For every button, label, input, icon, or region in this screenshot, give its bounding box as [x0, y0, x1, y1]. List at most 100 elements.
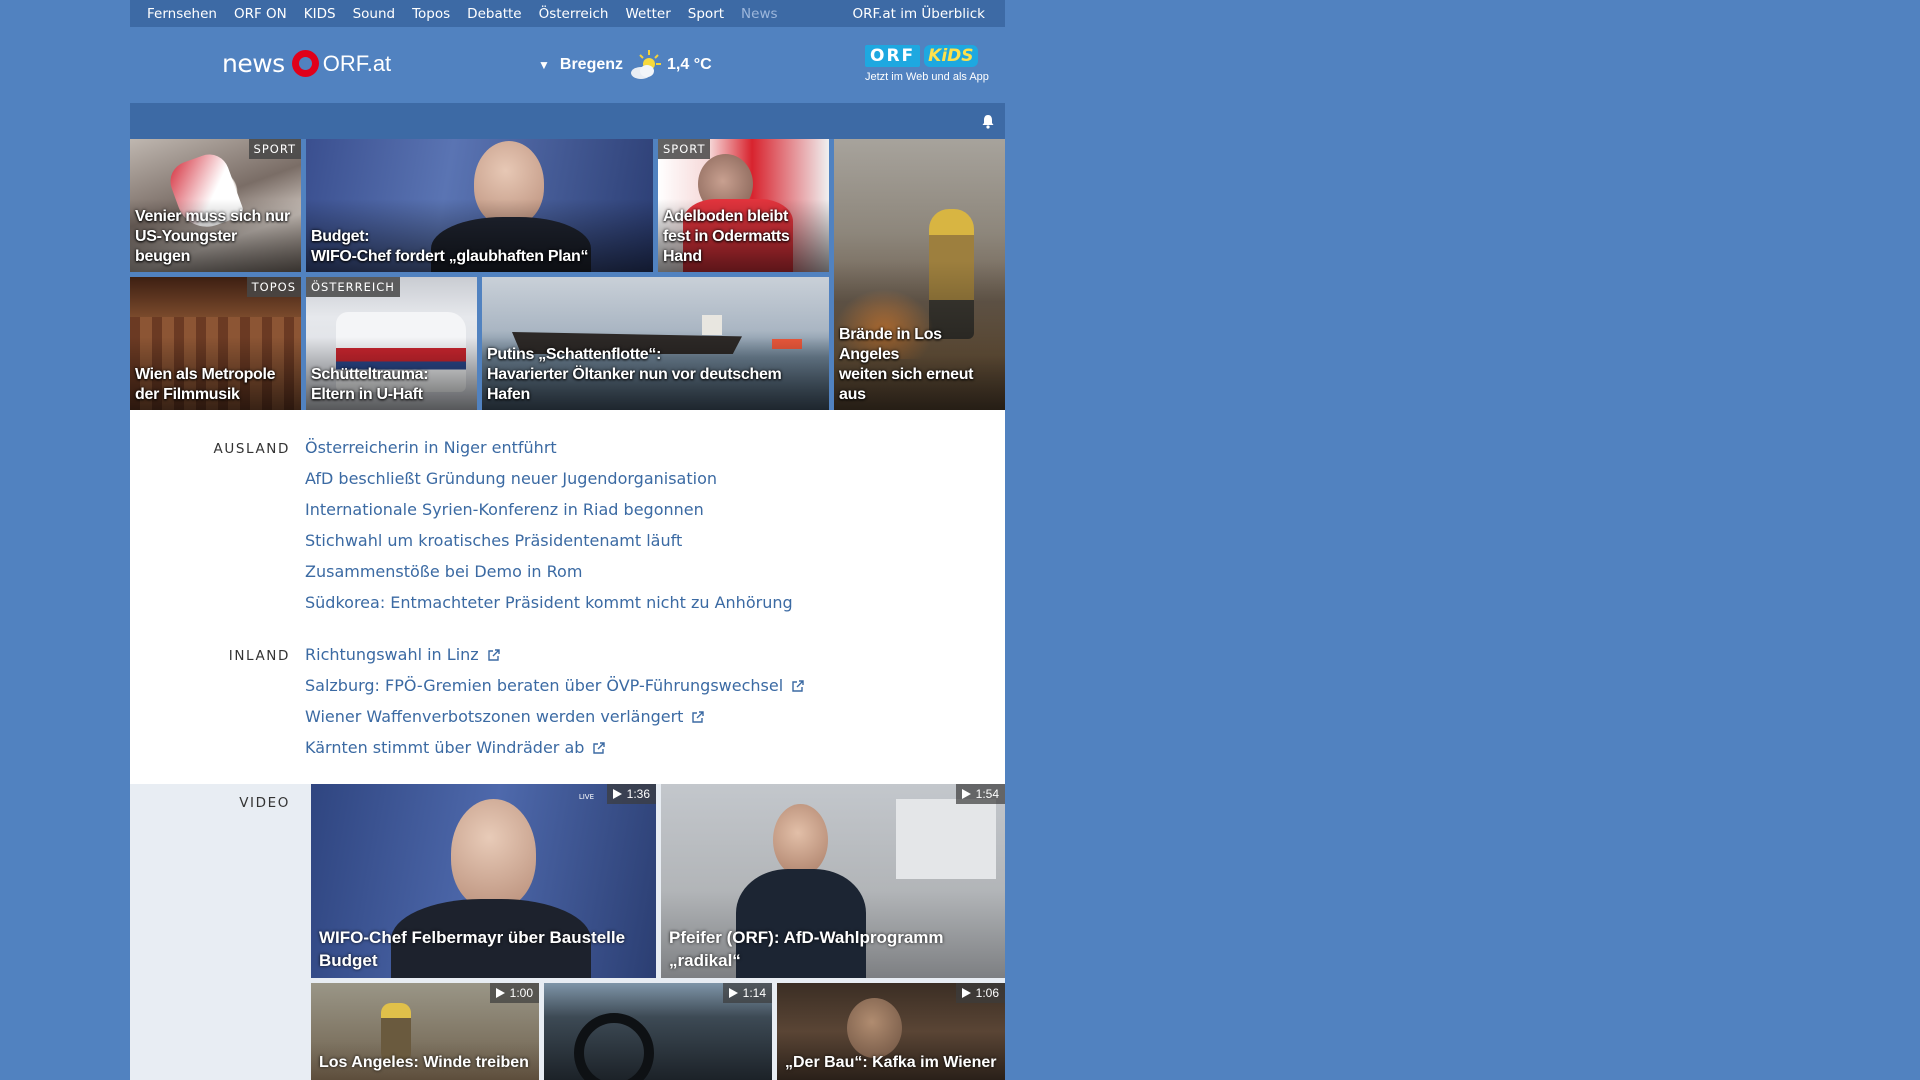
orf-kids-promo[interactable]: ORF KiDS Jetzt im Web und als App	[865, 45, 989, 83]
caption-line: Putins „Schattenflotte“:	[487, 346, 662, 363]
page: Fernsehen ORF ON KIDS Sound Topos Debatt…	[130, 0, 1005, 1080]
caption-line: Eltern in U-Haft	[311, 386, 423, 403]
nav-fernsehen[interactable]: Fernsehen	[147, 6, 217, 22]
video-kafka[interactable]: 1:06 „Der Bau“: Kafka im Wiener	[777, 983, 1005, 1080]
headline-ausland-1[interactable]: Österreicherin in Niger entführt	[305, 438, 557, 457]
nav-debatte[interactable]: Debatte	[467, 6, 521, 22]
caption-line: der Filmmusik	[135, 386, 240, 403]
video-caption: „Der Bau“: Kafka im Wiener	[785, 1054, 997, 1071]
teaser-tag: SPORT	[658, 139, 711, 159]
weather-widget[interactable]: ▼ Bregenz 1,4 °C	[538, 47, 712, 83]
teaser-caption: Brände in Los Angeles weiten sich erneut …	[839, 325, 1000, 405]
section-label-inland: INLAND	[228, 648, 290, 664]
nav-news[interactable]: News	[741, 6, 777, 22]
play-icon	[495, 988, 505, 998]
caption-line: Wien als Metropole	[135, 366, 276, 383]
teaser-wien-filmmusik[interactable]: TOPOS Wien als Metropole der Filmmusik	[130, 277, 301, 410]
caption-line: Budget:	[311, 228, 370, 245]
teaser-tag: TOPOS	[246, 277, 301, 297]
nav-overview[interactable]: ORF.at im Überblick	[852, 6, 985, 22]
notification-bell-icon[interactable]	[981, 114, 995, 129]
video-duration: 1:36	[606, 784, 656, 804]
weather-city: Bregenz	[559, 56, 624, 73]
headline-inland-2[interactable]: Salzburg: FPÖ-Gremien beraten über ÖVP-F…	[305, 676, 805, 695]
headline-ausland-4[interactable]: Stichwahl um kroatisches Präsidentenamt …	[305, 531, 682, 550]
video-caption: Pfeifer (ORF): AfD-Wahlprogramm „radikal…	[669, 928, 944, 970]
duration-text: 1:54	[975, 787, 999, 801]
video-duration: 1:00	[489, 983, 539, 1003]
duration-text: 1:00	[509, 986, 533, 1000]
caption-line: Schütteltrauma:	[311, 366, 429, 383]
teaser-la-fires[interactable]: Brände in Los Angeles weiten sich erneut …	[834, 139, 1005, 410]
section-label-ausland: AUSLAND	[213, 441, 290, 457]
teaser-adelboden[interactable]: SPORT Adelboden bleibt fest in Odermatts …	[658, 139, 829, 272]
video-caption: Los Angeles: Winde treiben	[319, 1054, 529, 1071]
caption-line: fest in Odermatts Hand	[663, 228, 790, 265]
teaser-grid: SPORT Venier muss sich nur US-Youngster b…	[130, 139, 1005, 410]
headline-inland-4[interactable]: Kärnten stimmt über Windräder ab	[305, 738, 606, 757]
nav-topos[interactable]: Topos	[412, 6, 450, 22]
video-los-angeles[interactable]: 1:00 Los Angeles: Winde treiben	[311, 983, 539, 1080]
headline-ausland-3[interactable]: Internationale Syrien-Konferenz in Riad …	[305, 500, 704, 519]
kids-badge: KiDS	[924, 45, 978, 67]
external-link-icon	[792, 679, 804, 692]
teaser-venier[interactable]: SPORT Venier muss sich nur US-Youngster b…	[130, 139, 301, 272]
caption-line: Adelboden bleibt	[663, 208, 788, 225]
headline-text: Kärnten stimmt über Windräder ab	[305, 738, 585, 757]
kids-orf-badge: ORF	[865, 45, 921, 67]
nav-sound[interactable]: Sound	[353, 6, 396, 22]
external-link-icon	[487, 648, 500, 661]
duration-text: 1:06	[975, 986, 999, 1000]
headline-text: Richtungswahl in Linz	[305, 645, 479, 664]
teaser-caption: Adelboden bleibt fest in Odermatts Hand	[663, 207, 824, 267]
external-link-icon	[692, 710, 705, 723]
caption-line: WIFO-Chef fordert „glaubhaften Plan“	[311, 248, 589, 265]
headline-text: Salzburg: FPÖ-Gremien beraten über ÖVP-F…	[305, 676, 784, 695]
video-car[interactable]: 1:14	[544, 983, 772, 1080]
teaser-tag: SPORT	[248, 139, 301, 159]
live-label: LIVE	[578, 793, 594, 801]
teaser-caption: Putins „Schattenflotte“: Havarierter Ölta…	[487, 345, 824, 405]
video-wifo[interactable]: LIVE 1:36 WIFO-Chef Felbermayr über Baus…	[311, 784, 656, 978]
nav-wetter[interactable]: Wetter	[625, 6, 670, 22]
play-icon	[961, 789, 971, 799]
nav-kids[interactable]: KIDS	[304, 6, 336, 22]
teaser-budget[interactable]: Budget: WIFO-Chef fordert „glaubhaften Pl…	[306, 139, 653, 272]
partly-cloudy-icon	[631, 50, 662, 79]
video-pfeifer[interactable]: 1:54 Pfeifer (ORF): AfD-Wahlprogramm „ra…	[661, 784, 1005, 978]
news-orf-logo[interactable]: news ORF.at	[222, 49, 391, 78]
nav-oesterreich[interactable]: Österreich	[539, 6, 609, 22]
sub-bar	[130, 103, 1005, 139]
video-duration: 1:54	[955, 784, 1005, 804]
caption-line: Brände in Los Angeles	[839, 326, 942, 363]
teaser-caption: Venier muss sich nur US-Youngster beugen	[135, 207, 296, 267]
nav-sport[interactable]: Sport	[688, 6, 724, 22]
logo-orf-text: ORF.at	[322, 50, 392, 76]
headline-inland-3[interactable]: Wiener Waffenverbotszonen werden verläng…	[305, 707, 705, 726]
headline-ausland-5[interactable]: Zusammenstöße bei Demo in Rom	[305, 562, 582, 581]
headline-ausland-6[interactable]: Südkorea: Entmachteter Präsident kommt n…	[305, 593, 793, 612]
video-duration: 1:06	[955, 983, 1005, 1003]
headline-lists: AUSLAND Österreicherin in Niger entführt…	[130, 410, 1005, 784]
section-label-video: VIDEO	[239, 795, 290, 811]
reporter-head	[773, 804, 828, 876]
play-icon	[728, 988, 738, 998]
headline-ausland-2[interactable]: AfD beschließt Gründung neuer Jugendorga…	[305, 469, 717, 488]
person-head	[451, 799, 536, 909]
caption-line: US-Youngster beugen	[135, 228, 237, 265]
orf-ring-icon	[291, 50, 319, 77]
video-duration: 1:14	[722, 983, 772, 1003]
caption-line: weiten sich erneut aus	[839, 366, 974, 403]
duration-text: 1:14	[742, 986, 766, 1000]
headline-inland-1[interactable]: Richtungswahl in Linz	[305, 645, 501, 664]
dropdown-caret-icon: ▼	[538, 58, 550, 72]
caption-line: Venier muss sich nur	[135, 208, 290, 225]
teaser-schattenflotte[interactable]: Putins „Schattenflotte“: Havarierter Ölta…	[482, 277, 829, 410]
video-caption: WIFO-Chef Felbermayr über Baustelle Budg…	[319, 928, 626, 970]
weather-temperature: 1,4 °C	[667, 56, 712, 73]
external-link-icon	[593, 741, 606, 754]
nav-orf-on[interactable]: ORF ON	[234, 6, 287, 22]
video-section: VIDEO LIVE 1:36 WIFO-Chef Felbermayr übe…	[130, 784, 1005, 1080]
teaser-schuetteltrauma[interactable]: ÖSTERREICH Schütteltrauma: Eltern in U-Ha…	[306, 277, 477, 410]
building	[896, 799, 996, 879]
